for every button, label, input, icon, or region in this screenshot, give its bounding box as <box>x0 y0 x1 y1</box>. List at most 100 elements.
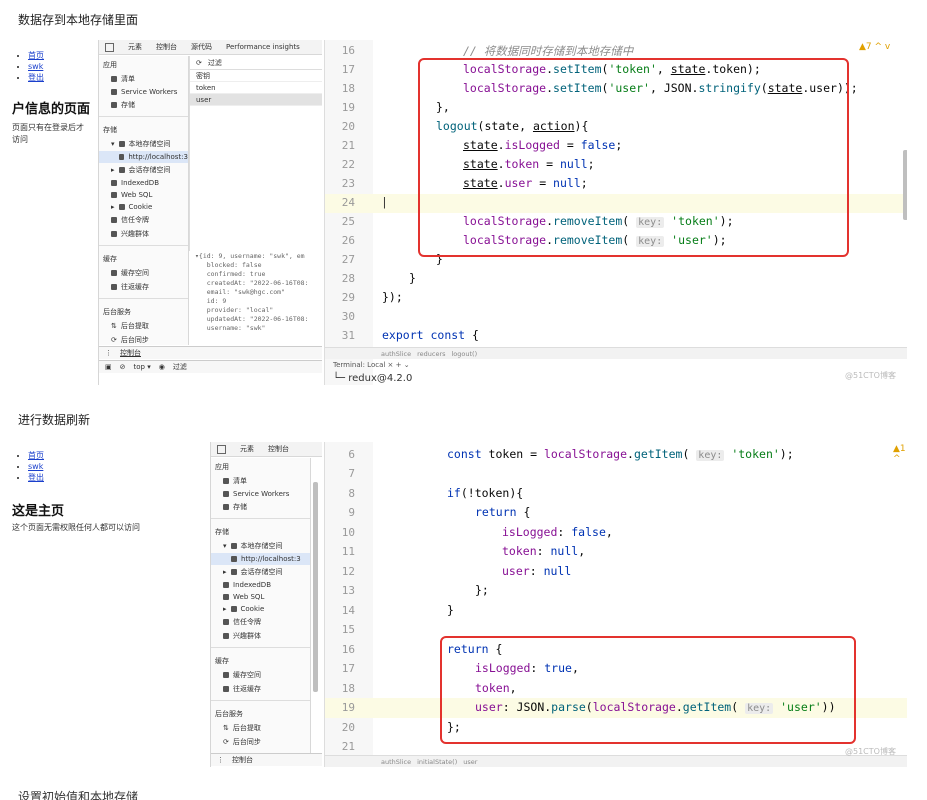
sidebar-item-localhost[interactable]: http://localhost:3 <box>99 151 188 163</box>
nav-link-logout[interactable]: 登出 <box>28 473 44 482</box>
red-highlight-box <box>418 58 849 257</box>
sidebar-item-local-storage[interactable]: ▾ 本地存储空间 <box>211 539 310 553</box>
more-icon[interactable]: ⋮ <box>105 349 112 357</box>
context-select[interactable]: top ▾ <box>134 363 151 371</box>
table-row[interactable]: user <box>190 94 322 106</box>
line-number: 9 <box>348 506 355 519</box>
sidebar-item-local-storage[interactable]: ▾ 本地存储空间 <box>99 137 188 151</box>
tab-performance[interactable]: Performance insights <box>226 43 300 51</box>
sidebar-item-bg-fetch[interactable]: ⇅ 后台提取 <box>99 319 188 333</box>
sidebar-item-websql[interactable]: Web SQL <box>99 189 188 201</box>
sidebar-item-websql[interactable]: Web SQL <box>211 591 310 603</box>
section-background: 后台服务 <box>103 308 131 316</box>
sidebar-item-bg-sync[interactable]: ⟳ 后台同步 <box>99 333 188 347</box>
tab-elements[interactable]: 元素 <box>240 444 254 454</box>
more-icon[interactable]: ⋮ <box>217 756 224 764</box>
breadcrumb-item[interactable]: logout() <box>452 350 478 358</box>
sidebar-toggle-icon[interactable]: ▣ <box>105 363 112 371</box>
cookie-icon <box>118 204 125 210</box>
sidebar-item-storage[interactable]: 存储 <box>211 500 310 514</box>
watermark: @51CTO博客 <box>845 747 896 756</box>
sidebar-item-indexeddb[interactable]: IndexedDB <box>211 579 310 591</box>
sidebar-item-session-storage[interactable]: ▸ 会话存储空间 <box>211 565 310 579</box>
devtools-panel: 元素 控制台 源代码 Performance insights 应用 清单 Se… <box>98 40 322 385</box>
breadcrumb-item[interactable]: authSlice <box>381 758 411 766</box>
sidebar-item-storage[interactable]: 存储 <box>99 98 188 112</box>
tab-sources[interactable]: 源代码 <box>191 42 212 52</box>
section-cache: 缓存 <box>103 255 117 263</box>
sidebar-item-service-workers[interactable]: Service Workers <box>211 488 310 500</box>
nav-link-home[interactable]: 首页 <box>28 451 44 460</box>
warning-badge[interactable]: ▲1 ^ <box>893 444 907 464</box>
line-number: 20 <box>341 120 355 133</box>
sidebar-item-trust-tokens[interactable]: 信任令牌 <box>99 213 188 227</box>
sidebar-item-interest-groups[interactable]: 兴趣群体 <box>99 227 188 241</box>
code-line: } <box>447 603 454 617</box>
breadcrumb: authSlice reducers logout() <box>325 347 907 359</box>
console-filter-input[interactable]: 过滤 <box>173 362 187 372</box>
grid-icon <box>230 569 237 575</box>
sidebar-item-bg-sync[interactable]: ⟳ 后台同步 <box>211 735 310 749</box>
code-line: isLogged: false, <box>502 525 613 539</box>
sidebar-item-bfcache[interactable]: 往返缓存 <box>99 280 188 294</box>
sidebar-item-cookie[interactable]: ▸ Cookie <box>211 603 310 615</box>
inspect-icon[interactable] <box>105 42 114 52</box>
terminal-tabs[interactable]: Terminal: Local × + ⌄ <box>325 361 907 369</box>
warning-badge[interactable]: ▲7 ^ v <box>859 42 890 52</box>
line-number: 8 <box>348 487 355 500</box>
breadcrumb-item[interactable]: user <box>463 758 477 766</box>
database-icon <box>223 594 229 600</box>
database-icon <box>223 619 229 625</box>
clear-icon[interactable]: ⊘ <box>120 363 126 371</box>
line-number: 20 <box>341 721 355 734</box>
tab-console[interactable]: 控制台 <box>156 42 177 52</box>
sidebar-item-manifest[interactable]: 清单 <box>99 72 188 86</box>
code-line: token: null, <box>502 544 586 558</box>
gear-icon <box>223 491 229 497</box>
sidebar-item-cache-storage[interactable]: 缓存空间 <box>211 668 310 682</box>
inspect-icon[interactable] <box>217 444 226 454</box>
breadcrumb-item[interactable]: reducers <box>417 350 445 358</box>
line-number: 31 <box>341 329 355 342</box>
grid-icon <box>231 556 237 562</box>
nav-link-user[interactable]: swk <box>28 462 43 471</box>
sidebar-item-service-workers[interactable]: Service Workers <box>99 86 188 98</box>
tab-console[interactable]: 控制台 <box>268 444 289 454</box>
table-row[interactable]: token <box>190 82 322 94</box>
tab-elements[interactable]: 元素 <box>128 42 142 52</box>
code-line: }; <box>475 583 489 597</box>
console-tab[interactable]: 控制台 <box>232 755 253 765</box>
nav-link-home[interactable]: 首页 <box>28 51 44 60</box>
nav-link-user[interactable]: swk <box>28 62 43 71</box>
code-editor: 6 7 8 9 10 11 12 13 14 15 16 17 18 19 20… <box>324 442 907 767</box>
storage-table: ⟳ 过滤 密钥 token user <box>189 56 322 251</box>
file-icon <box>223 478 229 484</box>
sidebar-item-trust-tokens[interactable]: 信任令牌 <box>211 615 310 629</box>
line-number: 10 <box>341 526 355 539</box>
breadcrumb-item[interactable]: authSlice <box>381 350 411 358</box>
sidebar-item-localhost[interactable]: http://localhost:3 <box>211 553 310 565</box>
eye-icon[interactable]: ◉ <box>159 363 165 371</box>
sidebar-item-indexeddb[interactable]: IndexedDB <box>99 177 188 189</box>
console-tab[interactable]: 控制台 <box>120 348 141 358</box>
breadcrumb-item[interactable]: initialState() <box>417 758 457 766</box>
devtools-sidebar: 应用 清单 Service Workers 存储 存储 ▾ 本地存储空间 http… <box>211 458 311 753</box>
sidebar-item-session-storage[interactable]: ▸ 会话存储空间 <box>99 163 188 177</box>
refresh-icon[interactable]: ⟳ <box>196 59 202 67</box>
nav-link-logout[interactable]: 登出 <box>28 73 44 82</box>
screenshot-initial-state-code: 首页 swk 登出 这是主页 这个页面无需权限任何人都可以访问 元素 控制台 应… <box>12 442 907 767</box>
sidebar-item-cache-storage[interactable]: 缓存空间 <box>99 266 188 280</box>
filter-input[interactable]: 过滤 <box>208 58 222 68</box>
line-number: 25 <box>341 215 355 228</box>
page-text: 页面只有在登录后才 访问 <box>12 123 84 144</box>
sidebar-item-interest-groups[interactable]: 兴趣群体 <box>211 629 310 643</box>
sidebar-item-bfcache[interactable]: 往返缓存 <box>211 682 310 696</box>
code-line: } <box>409 271 416 285</box>
sidebar-item-cookie[interactable]: ▸ Cookie <box>99 201 188 213</box>
database-icon <box>111 231 117 237</box>
sidebar-item-manifest[interactable]: 清单 <box>211 474 310 488</box>
sidebar-scrollbar[interactable] <box>313 482 318 692</box>
table-header-key: 密钥 <box>190 70 322 82</box>
sidebar-item-bg-fetch[interactable]: ⇅ 后台提取 <box>211 721 310 735</box>
editor-scrollbar[interactable] <box>903 150 907 220</box>
